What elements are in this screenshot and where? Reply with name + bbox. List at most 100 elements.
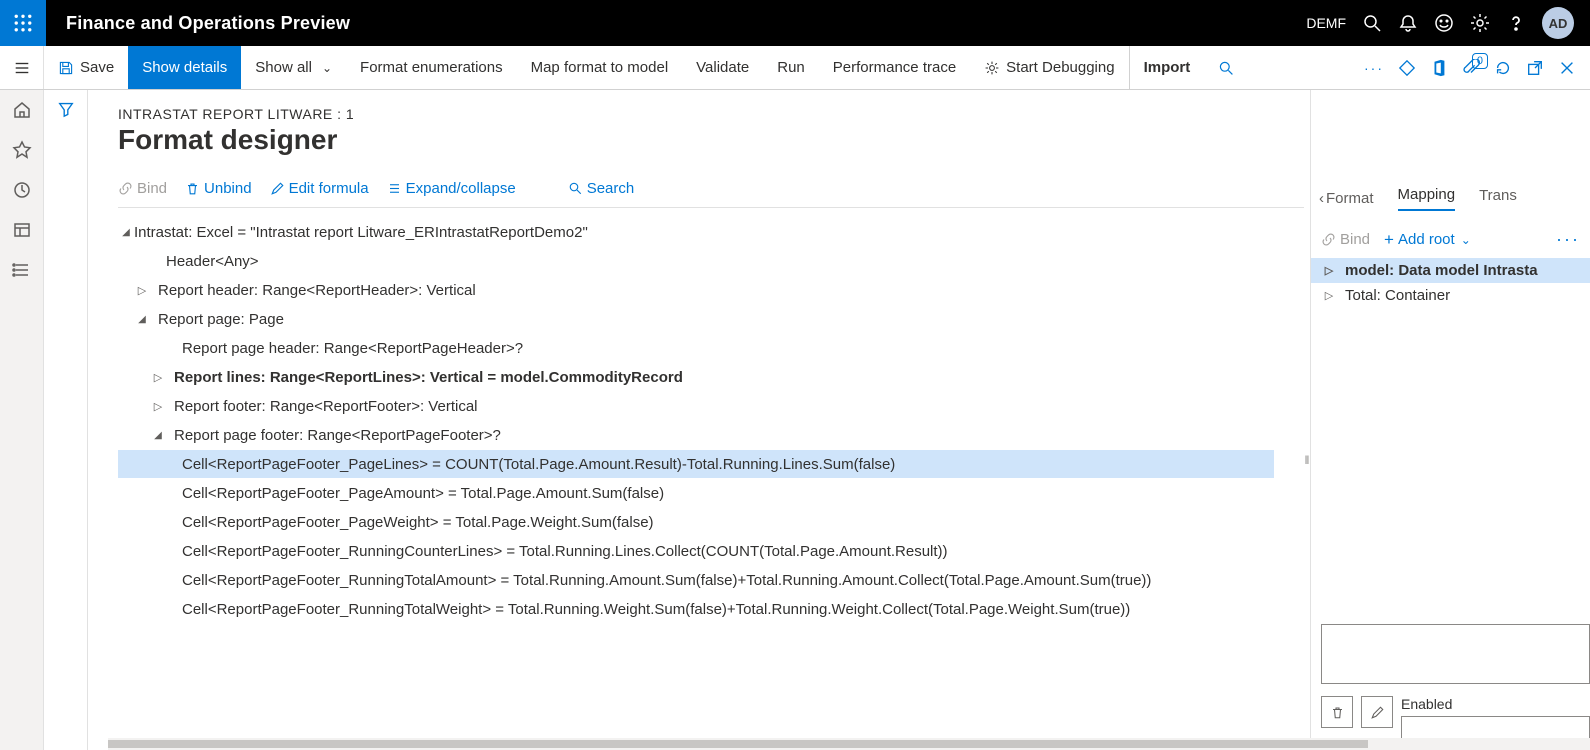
- workspace-icon[interactable]: [12, 220, 32, 240]
- refresh-icon[interactable]: [1494, 59, 1512, 77]
- bind-button[interactable]: Bind: [118, 180, 167, 197]
- smile-icon[interactable]: [1434, 13, 1454, 33]
- bell-icon[interactable]: [1398, 13, 1418, 33]
- tree-pane: INTRASTAT REPORT LITWARE : 1 Format desi…: [88, 90, 1304, 750]
- trash-icon: [1330, 705, 1345, 720]
- page-title: Format designer: [118, 124, 1304, 156]
- waffle-icon: [14, 14, 32, 32]
- enabled-label: Enabled: [1401, 696, 1590, 712]
- plus-icon: +: [1384, 230, 1394, 250]
- edit-button[interactable]: [1361, 696, 1393, 728]
- breadcrumb: INTRASTAT REPORT LITWARE : 1: [118, 106, 1304, 122]
- right-pane: ‹ Format Mapping Trans Bind +Add root⌄ ·…: [1310, 90, 1590, 750]
- more-icon[interactable]: ···: [1364, 60, 1384, 76]
- modules-icon[interactable]: [12, 260, 32, 280]
- mapping-node[interactable]: Total: Container: [1311, 283, 1590, 308]
- tab-mapping[interactable]: Mapping: [1398, 186, 1456, 211]
- help-icon[interactable]: [1506, 13, 1526, 33]
- pencil-icon: [1370, 705, 1385, 720]
- tree-node[interactable]: Cell<ReportPageFooter_RunningCounterLine…: [118, 537, 1274, 565]
- link-icon: [1321, 232, 1336, 247]
- back-button[interactable]: ‹ Format: [1319, 190, 1374, 207]
- tree-node[interactable]: Report lines: Range<ReportLines>: Vertic…: [118, 363, 1274, 391]
- nav-toggle[interactable]: [0, 46, 44, 89]
- diamond-icon[interactable]: [1398, 59, 1416, 77]
- formula-field[interactable]: [1321, 624, 1590, 684]
- avatar[interactable]: AD: [1542, 7, 1574, 39]
- expander-icon[interactable]: [118, 226, 134, 238]
- show-details-button[interactable]: Show details: [128, 46, 241, 89]
- clock-icon[interactable]: [12, 180, 32, 200]
- expander-icon[interactable]: [134, 284, 150, 297]
- tree-node[interactable]: Report page header: Range<ReportPageHead…: [118, 334, 1274, 362]
- filter-icon[interactable]: [57, 100, 75, 750]
- tree-node[interactable]: Intrastat: Excel = "Intrastat report Lit…: [118, 218, 1274, 246]
- expander-icon[interactable]: [150, 429, 166, 441]
- top-header: Finance and Operations Preview DEMF AD: [0, 0, 1590, 46]
- perf-trace-button[interactable]: Performance trace: [819, 46, 970, 89]
- tree-node[interactable]: Cell<ReportPageFooter_RunningTotalWeight…: [118, 595, 1274, 623]
- import-button[interactable]: Import: [1129, 46, 1205, 89]
- home-icon[interactable]: [12, 100, 32, 120]
- add-root-button[interactable]: +Add root⌄: [1384, 230, 1471, 250]
- trash-icon: [185, 181, 200, 196]
- left-nav: [0, 90, 44, 750]
- pencil-icon: [270, 181, 285, 196]
- save-button[interactable]: Save: [44, 46, 128, 89]
- office-icon[interactable]: [1430, 59, 1448, 77]
- tree-node[interactable]: Cell<ReportPageFooter_PageAmount> = Tota…: [118, 479, 1274, 507]
- map-format-button[interactable]: Map format to model: [517, 46, 683, 89]
- star-icon[interactable]: [12, 140, 32, 160]
- gear-small-icon: [984, 60, 1000, 76]
- expander-icon[interactable]: [150, 400, 166, 413]
- search-icon: [1218, 60, 1234, 76]
- mapping-toolbar: Bind +Add root⌄ ···: [1311, 211, 1590, 258]
- attachment-badge[interactable]: 0: [1462, 59, 1480, 77]
- format-tree: Intrastat: Excel = "Intrastat report Lit…: [118, 218, 1304, 623]
- run-button[interactable]: Run: [763, 46, 819, 89]
- expand-collapse-button[interactable]: Expand/collapse: [387, 180, 516, 197]
- close-icon[interactable]: [1558, 59, 1576, 77]
- company-code[interactable]: DEMF: [1306, 15, 1346, 31]
- scrollbar-thumb[interactable]: [108, 740, 1368, 748]
- save-icon: [58, 60, 74, 76]
- expander-icon[interactable]: [150, 371, 166, 384]
- chevron-down-icon: ⌄: [322, 61, 332, 75]
- tree-node[interactable]: Report header: Range<ReportHeader>: Vert…: [118, 276, 1274, 304]
- toolbar-search[interactable]: [1204, 46, 1248, 89]
- expander-icon[interactable]: [134, 313, 150, 325]
- app-title: Finance and Operations Preview: [66, 13, 350, 34]
- tree-node[interactable]: Report footer: Range<ReportFooter>: Vert…: [118, 392, 1274, 420]
- tab-trans[interactable]: Trans: [1479, 187, 1517, 210]
- chevron-down-icon: ⌄: [1461, 233, 1471, 247]
- edit-formula-button[interactable]: Edit formula: [270, 180, 369, 197]
- enabled-field[interactable]: [1401, 716, 1590, 740]
- format-enum-button[interactable]: Format enumerations: [346, 46, 517, 89]
- mapping-node-selected[interactable]: model: Data model Intrasta: [1311, 258, 1590, 283]
- tree-node[interactable]: Cell<ReportPageFooter_PageWeight> = Tota…: [118, 508, 1274, 536]
- tree-node[interactable]: Cell<ReportPageFooter_RunningTotalAmount…: [118, 566, 1274, 594]
- tree-node[interactable]: Report page footer: Range<ReportPageFoot…: [118, 421, 1274, 449]
- start-debug-button[interactable]: Start Debugging: [970, 46, 1128, 89]
- tree-node[interactable]: Report page: Page: [118, 305, 1274, 333]
- more-icon[interactable]: ···: [1556, 229, 1580, 250]
- tree-node-selected[interactable]: Cell<ReportPageFooter_PageLines> = COUNT…: [118, 450, 1274, 478]
- waffle-menu[interactable]: [0, 0, 46, 46]
- header-right: DEMF AD: [1306, 7, 1590, 39]
- show-all-button[interactable]: Show all⌄: [241, 46, 346, 89]
- search-button[interactable]: Search: [568, 180, 635, 197]
- gear-icon[interactable]: [1470, 13, 1490, 33]
- expander-icon[interactable]: [1321, 264, 1337, 277]
- unbind-button[interactable]: Unbind: [185, 180, 252, 197]
- right-tabs: ‹ Format Mapping Trans: [1311, 186, 1590, 211]
- action-bar: Save Show details Show all⌄ Format enume…: [0, 46, 1590, 90]
- horizontal-scrollbar[interactable]: [108, 738, 1590, 750]
- expander-icon[interactable]: [1321, 289, 1337, 302]
- delete-button[interactable]: [1321, 696, 1353, 728]
- tree-node[interactable]: Header<Any>: [118, 247, 1274, 275]
- popout-icon[interactable]: [1526, 59, 1544, 77]
- link-icon: [118, 181, 133, 196]
- validate-button[interactable]: Validate: [682, 46, 763, 89]
- rp-bind-button[interactable]: Bind: [1321, 231, 1370, 248]
- search-icon[interactable]: [1362, 13, 1382, 33]
